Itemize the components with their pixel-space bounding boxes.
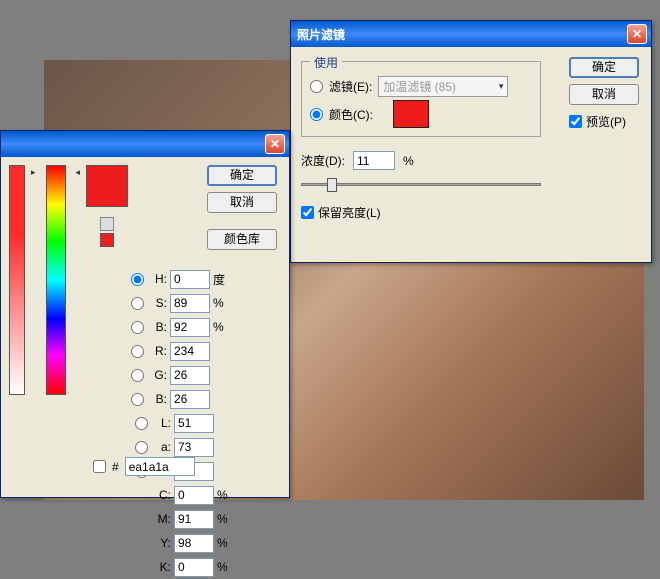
only-web-colors-checkbox[interactable] <box>93 460 106 473</box>
ok-button[interactable]: 确定 <box>569 57 639 78</box>
color-picker-dialog: ✕ ▸ ◂ 确定 取消 颜色库 H:度 S:% B:% <box>0 130 290 498</box>
cancel-button[interactable]: 取消 <box>207 192 277 213</box>
preview-checkbox[interactable] <box>569 115 582 128</box>
l-input[interactable] <box>174 414 214 433</box>
preview-label: 预览(P) <box>586 113 626 130</box>
b-input[interactable] <box>170 318 210 337</box>
titlebar[interactable]: 照片滤镜 ✕ <box>291 21 651 47</box>
color-label: 颜色(C): <box>329 106 373 123</box>
web-safe-icon[interactable] <box>100 217 114 231</box>
hue-pointer-icon: ◂ <box>76 167 81 178</box>
close-icon[interactable]: ✕ <box>265 134 285 154</box>
l-radio[interactable] <box>135 417 148 430</box>
filter-radio[interactable] <box>310 80 323 93</box>
hex-input[interactable] <box>125 457 195 476</box>
g-input[interactable] <box>170 366 210 385</box>
ok-button[interactable]: 确定 <box>207 165 277 186</box>
h-radio[interactable] <box>131 273 144 286</box>
b2-radio[interactable] <box>131 393 144 406</box>
color-libraries-button[interactable]: 颜色库 <box>207 229 277 250</box>
s-radio[interactable] <box>131 297 144 310</box>
new-color-swatch[interactable] <box>86 165 128 207</box>
b-radio[interactable] <box>131 321 144 334</box>
a-input[interactable] <box>174 438 214 457</box>
titlebar[interactable]: ✕ <box>1 131 289 157</box>
web-safe-swatch[interactable] <box>100 233 114 247</box>
hue-pointer-icon: ▸ <box>31 167 36 178</box>
cancel-button[interactable]: 取消 <box>569 84 639 105</box>
filter-select: 加温滤镜 (85) ▾ <box>378 76 508 97</box>
dialog-title: 照片滤镜 <box>295 26 627 43</box>
a-radio[interactable] <box>135 441 148 454</box>
density-unit: % <box>403 154 414 168</box>
preserve-luminosity-checkbox[interactable] <box>301 206 314 219</box>
g-radio[interactable] <box>131 369 144 382</box>
color-radio[interactable] <box>310 108 323 121</box>
b2-input[interactable] <box>170 390 210 409</box>
filter-value: 加温滤镜 (85) <box>383 78 456 95</box>
c-input[interactable] <box>174 486 214 505</box>
photo-filter-dialog: 照片滤镜 ✕ 使用 滤镜(E): 加温滤镜 (85) ▾ 颜色(C): 确定 取… <box>290 20 652 263</box>
use-fieldset: 使用 滤镜(E): 加温滤镜 (85) ▾ 颜色(C): <box>301 61 541 137</box>
preserve-label: 保留亮度(L) <box>318 204 381 221</box>
filter-label: 滤镜(E): <box>329 78 372 95</box>
k-input[interactable] <box>174 558 214 577</box>
r-input[interactable] <box>170 342 210 361</box>
use-legend: 使用 <box>310 54 342 71</box>
density-input[interactable] <box>353 151 395 170</box>
hue-strip[interactable] <box>46 165 66 395</box>
close-icon[interactable]: ✕ <box>627 24 647 44</box>
color-swatch[interactable] <box>393 100 429 128</box>
r-radio[interactable] <box>131 345 144 358</box>
slider-thumb-icon[interactable] <box>327 178 337 192</box>
density-slider[interactable] <box>301 174 541 194</box>
y-input[interactable] <box>174 534 214 553</box>
density-label: 浓度(D): <box>301 152 345 169</box>
chevron-down-icon: ▾ <box>499 81 504 92</box>
saturation-box[interactable] <box>9 165 25 395</box>
hex-label: # <box>112 460 119 474</box>
m-input[interactable] <box>174 510 214 529</box>
s-input[interactable] <box>170 294 210 313</box>
h-input[interactable] <box>170 270 210 289</box>
